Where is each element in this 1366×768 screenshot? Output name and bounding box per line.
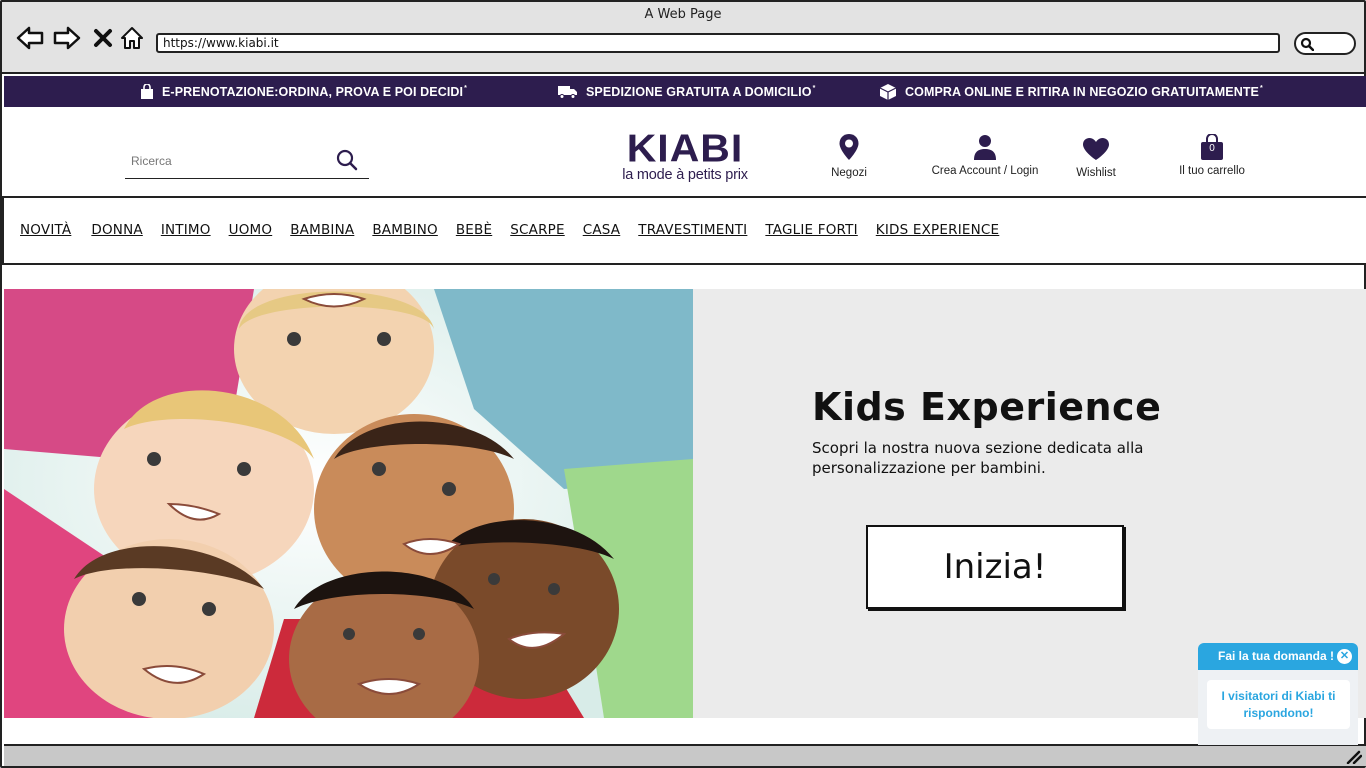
back-button[interactable] xyxy=(16,24,44,52)
nav-item-travestimenti[interactable]: TRAVESTIMENTI xyxy=(638,222,747,238)
browser-search-field[interactable] xyxy=(1294,32,1356,55)
nav-item-intimo[interactable]: INTIMO xyxy=(161,222,211,238)
search-placeholder: Ricerca xyxy=(131,154,172,168)
nav-item-casa[interactable]: CASA xyxy=(583,222,621,238)
promo-label: SPEDIZIONE GRATUITA A DOMICILIO xyxy=(586,84,812,99)
stores-label: Negozi xyxy=(831,167,867,179)
nav-item-novita[interactable]: NOVITÀ xyxy=(20,222,71,238)
search-icon[interactable] xyxy=(335,148,359,172)
stores-link[interactable]: Negozi xyxy=(819,131,879,179)
chat-header-label: Fai la tua domanda ! xyxy=(1218,649,1335,663)
forward-arrow-icon xyxy=(53,26,81,50)
heart-icon xyxy=(1083,138,1109,160)
promo-bar: E-PRENOTAZIONE:ORDINA, PROVA E POI DECID… xyxy=(4,76,1366,107)
browser-status-bar xyxy=(4,744,1366,766)
package-box-icon xyxy=(879,83,897,100)
user-icon xyxy=(974,135,996,160)
chat-message[interactable]: I visitatori di Kiabi ti rispondono! xyxy=(1207,680,1350,729)
category-list: NOVITÀ DONNA INTIMO UOMO BAMBINA BAMBINO… xyxy=(20,222,999,238)
nav-item-bebe[interactable]: BEBÈ xyxy=(456,222,492,238)
nav-item-uomo[interactable]: UOMO xyxy=(229,222,273,238)
hero-description: Scopri la nostra nuova sezione dedicata … xyxy=(812,439,1144,477)
cart-link[interactable]: 0 Il tuo carrello xyxy=(1170,131,1254,177)
back-arrow-icon xyxy=(16,26,44,50)
close-x-icon xyxy=(94,29,112,47)
chat-header[interactable]: Fai la tua domanda ! ✕ xyxy=(1198,643,1358,670)
children-circle-illustration xyxy=(4,289,693,718)
promo-item-shipping[interactable]: SPEDIZIONE GRATUITA A DOMICILIO* xyxy=(558,76,815,107)
close-icon[interactable]: ✕ xyxy=(1337,649,1352,664)
map-pin-icon xyxy=(839,134,859,160)
site-search-field[interactable]: Ricerca xyxy=(125,142,369,179)
nav-item-taglie-forti[interactable]: TAGLIE FORTI xyxy=(765,222,857,238)
promo-item-reservation[interactable]: E-PRENOTAZIONE:ORDINA, PROVA E POI DECID… xyxy=(140,76,467,107)
home-icon xyxy=(121,27,143,49)
logo-wordmark: KIABI xyxy=(626,126,744,170)
start-button[interactable]: Inizia! xyxy=(866,525,1124,609)
resize-grip-icon[interactable] xyxy=(1346,750,1362,764)
search-icon xyxy=(1300,37,1314,51)
stop-button[interactable] xyxy=(89,24,117,52)
promo-note-mark: * xyxy=(464,85,467,93)
cart-label: Il tuo carrello xyxy=(1179,165,1245,177)
kiabi-logo[interactable]: KIABI la mode à petits prix xyxy=(609,126,761,183)
hero-photo-children xyxy=(4,289,693,718)
hero-banner: Kids Experience Scopri la nostra nuova s… xyxy=(4,289,1366,718)
window-title: A Web Page xyxy=(644,7,722,22)
promo-note-mark: * xyxy=(1260,85,1263,93)
browser-toolbar: A Web Page https://www.kiabi.it xyxy=(2,2,1364,74)
hero-title: Kids Experience xyxy=(812,385,1162,429)
wishlist-label: Wishlist xyxy=(1076,167,1116,179)
wishlist-link[interactable]: Wishlist xyxy=(1066,131,1126,179)
site-header: Ricerca KIABI la mode à petits prix Nego… xyxy=(4,107,1366,197)
delivery-truck-icon xyxy=(558,85,577,99)
nav-item-kids-experience[interactable]: KIDS EXPERIENCE xyxy=(876,222,1000,238)
nav-item-bambino[interactable]: BAMBINO xyxy=(372,222,438,238)
home-button[interactable] xyxy=(118,24,146,52)
chat-widget[interactable]: Fai la tua domanda ! ✕ I visitatori di K… xyxy=(1198,643,1358,745)
promo-note-mark: * xyxy=(812,85,816,93)
nav-item-bambina[interactable]: BAMBINA xyxy=(290,222,354,238)
account-label: Crea Account / Login xyxy=(931,165,1039,177)
promo-label: COMPRA ONLINE E RITIRA IN NEGOZIO GRATUI… xyxy=(905,84,1259,99)
account-link[interactable]: Crea Account / Login xyxy=(922,131,1048,177)
category-nav: NOVITÀ DONNA INTIMO UOMO BAMBINA BAMBINO… xyxy=(2,196,1366,265)
address-bar[interactable]: https://www.kiabi.it xyxy=(156,33,1280,53)
promo-item-pickup[interactable]: COMPRA ONLINE E RITIRA IN NEGOZIO GRATUI… xyxy=(879,76,1263,107)
promo-label: E-PRENOTAZIONE:ORDINA, PROVA E POI DECID… xyxy=(162,84,464,99)
cart-count: 0 xyxy=(1209,143,1215,154)
shopping-bag-icon xyxy=(141,83,153,99)
forward-button[interactable] xyxy=(53,24,81,52)
browser-window: A Web Page https://www.kiabi.it E-PRENOT… xyxy=(0,0,1366,768)
nav-item-donna[interactable]: DONNA xyxy=(91,222,142,238)
nav-item-scarpe[interactable]: SCARPE xyxy=(510,222,564,238)
